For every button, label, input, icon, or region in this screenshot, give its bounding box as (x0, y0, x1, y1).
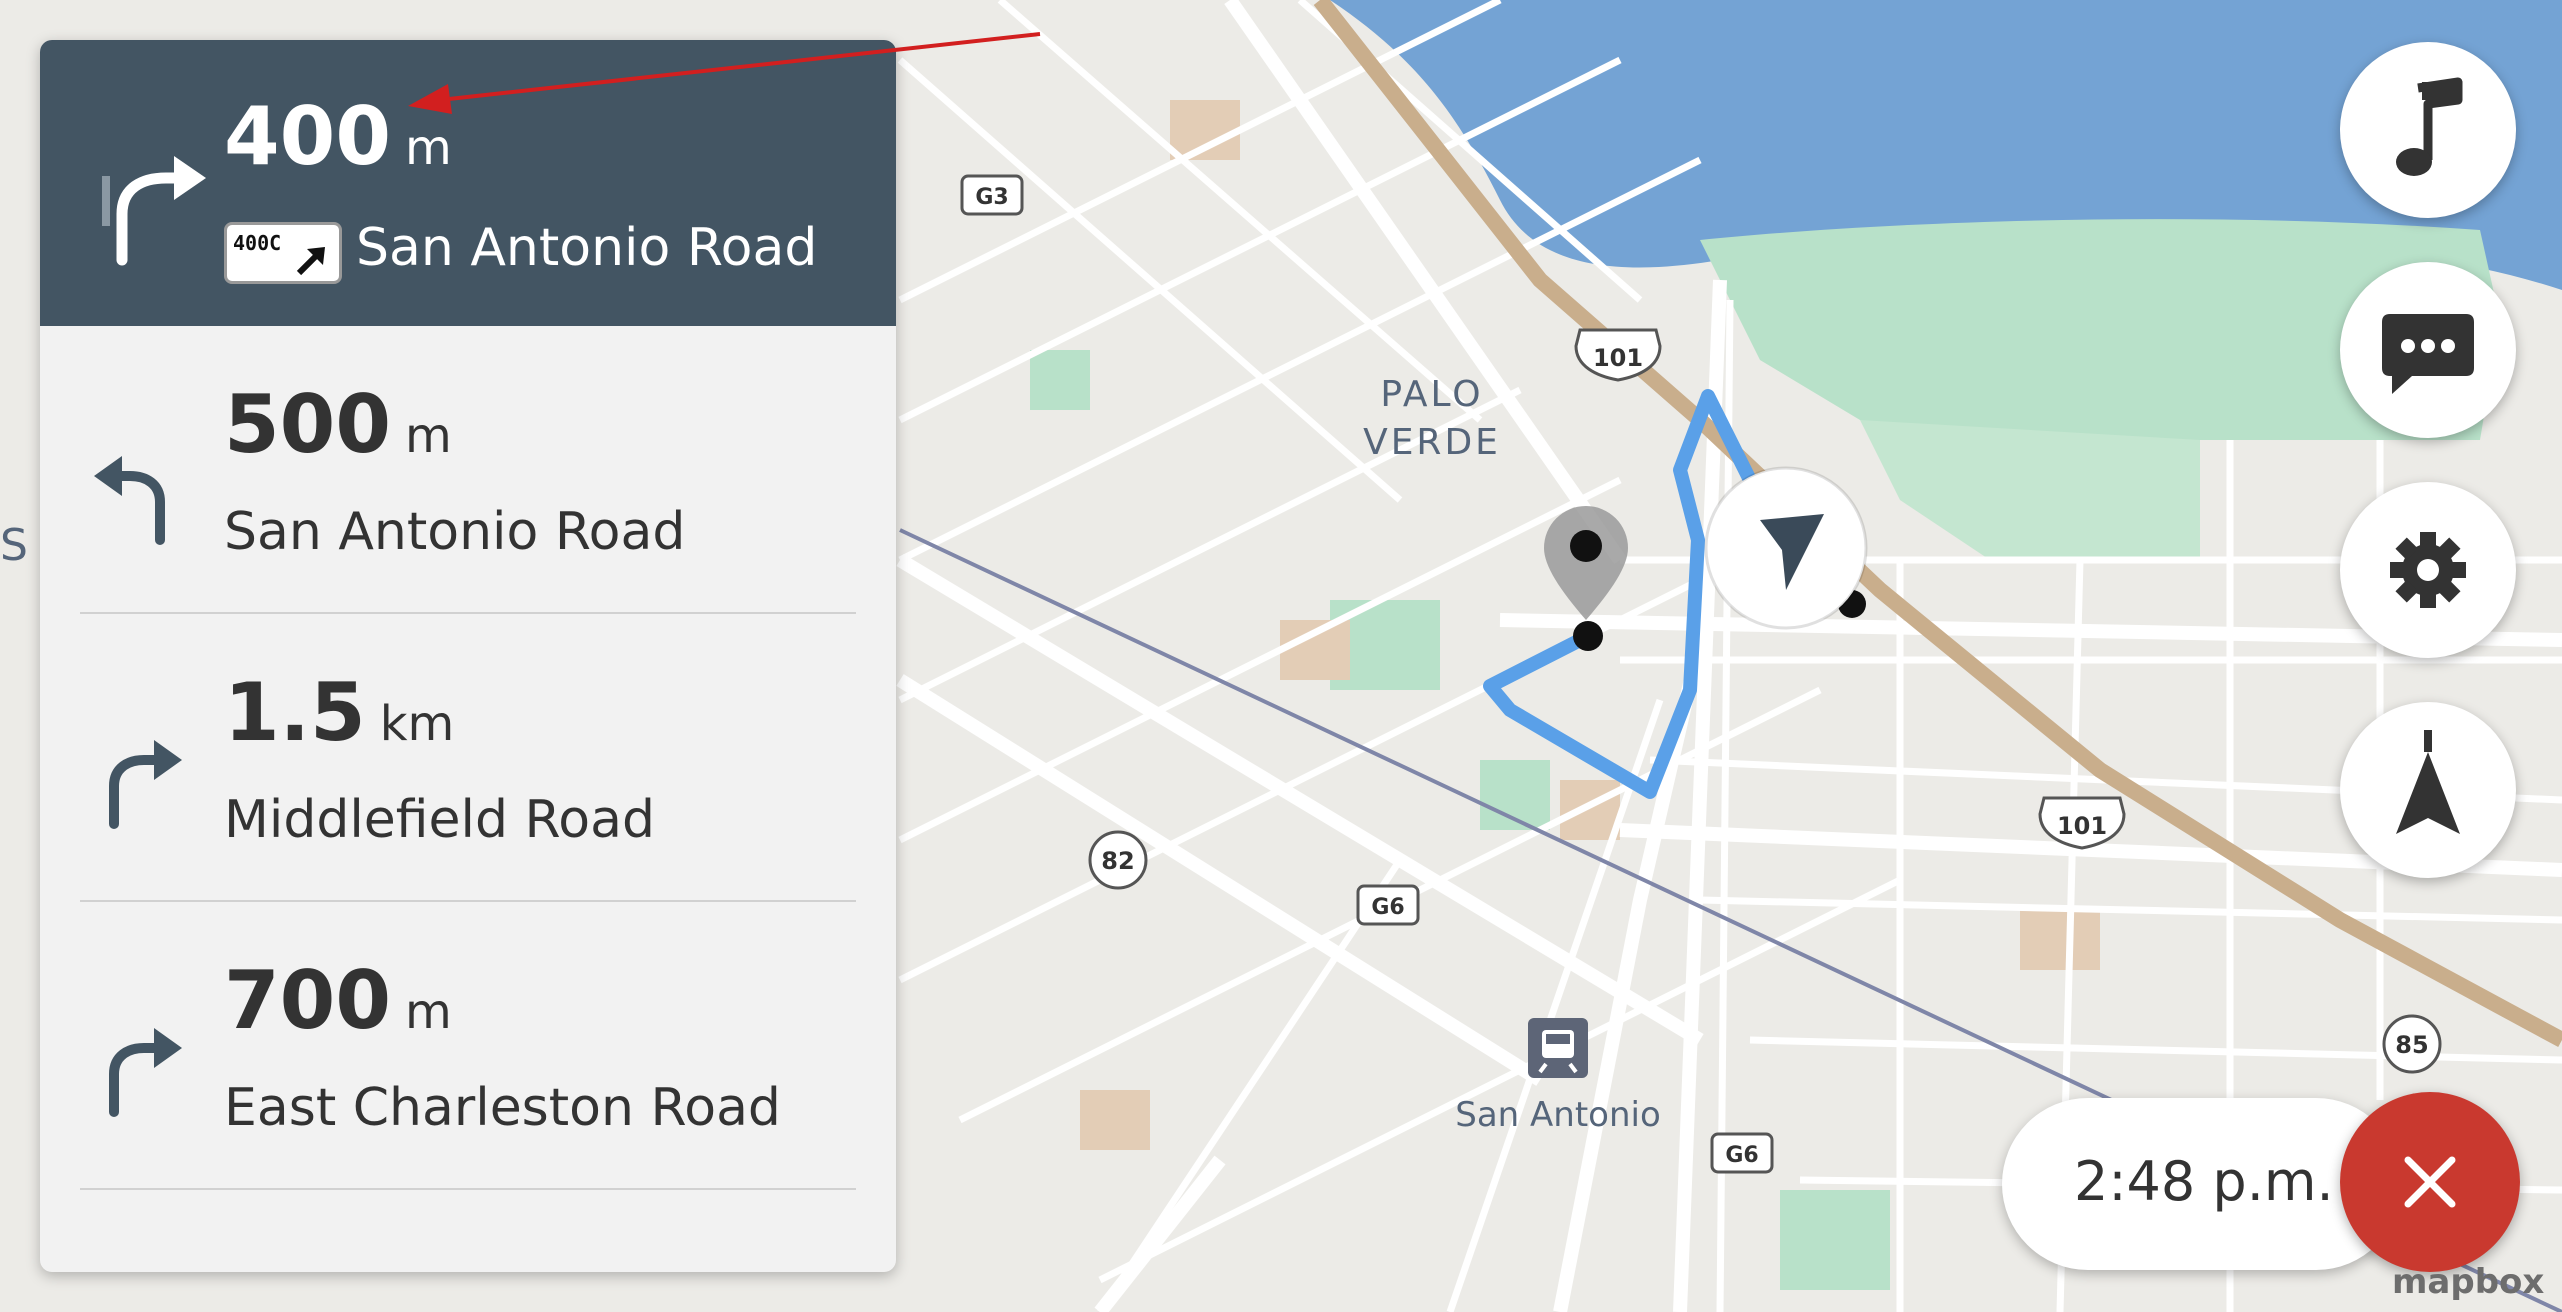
turn-right-icon (109, 740, 182, 829)
north-arrow-icon (2396, 730, 2460, 834)
step-distance: 500 m (224, 378, 452, 471)
shield-82: 82 (1088, 830, 1148, 890)
park-patch (1030, 350, 1090, 410)
cancel-navigation-button[interactable] (2340, 1092, 2520, 1272)
svg-text:85: 85 (2395, 1031, 2428, 1059)
upcoming-step-2[interactable]: 1.5 km Middlefield Road (40, 614, 896, 902)
upcoming-step-3[interactable]: 700 m East Charleston Road (40, 902, 896, 1190)
train-station-icon (1528, 1018, 1588, 1078)
maneuver-road-name: San Antonio Road (356, 218, 818, 278)
neighborhood-label: PALO (1380, 374, 1483, 415)
arrival-time: 2:48 p.m. (2074, 1150, 2334, 1213)
svg-text:82: 82 (1101, 847, 1134, 875)
svg-text:G3: G3 (975, 185, 1008, 210)
shield-g6: G6 (1356, 884, 1420, 926)
distance-unit: m (405, 984, 452, 1040)
feedback-button[interactable] (2340, 262, 2516, 438)
distance-value: 400 (224, 90, 391, 183)
turn-left-icon (94, 456, 165, 545)
mapbox-attribution[interactable]: mapbox (2392, 1262, 2544, 1302)
settings-button[interactable] (2340, 482, 2516, 658)
distance-value: 1.5 (224, 666, 366, 759)
svg-text:101: 101 (1593, 344, 1643, 372)
close-icon (2404, 1156, 2456, 1208)
step-road-name: East Charleston Road (224, 1078, 781, 1138)
land-patch (1560, 780, 1620, 840)
svg-text:101: 101 (2057, 812, 2107, 840)
shield-g6: G6 (1710, 1132, 1774, 1174)
maneuver-distance: 400 m (224, 90, 452, 183)
chat-bubble-icon (2382, 314, 2474, 394)
turn-slight-right-icon (102, 156, 206, 266)
gear-icon (2390, 532, 2466, 608)
shield-g3: G3 (960, 174, 1024, 216)
distance-unit: m (405, 120, 452, 176)
step-divider (80, 1188, 856, 1190)
turn-by-turn-panel[interactable]: 400 m 400C San Antonio Road 500 m San Anto… (40, 40, 896, 1272)
edge-label: S (0, 520, 28, 571)
distance-unit: m (405, 408, 452, 464)
exit-number: 400C (233, 231, 282, 255)
distance-value: 700 (224, 954, 391, 1047)
land-patch (2020, 910, 2100, 970)
step-distance: 700 m (224, 954, 452, 1047)
distance-value: 500 (224, 378, 391, 471)
exit-arrow-icon (296, 247, 325, 276)
step-distance: 1.5 km (224, 666, 454, 759)
recenter-button[interactable] (2340, 702, 2516, 878)
land-patch (1080, 1090, 1150, 1150)
active-maneuver-banner[interactable]: 400 m 400C San Antonio Road (40, 40, 896, 326)
svg-text:G6: G6 (1371, 895, 1404, 920)
station-label: San Antonio (1455, 1095, 1661, 1135)
step-road-name: San Antonio Road (224, 502, 686, 562)
step-road-name: Middlefield Road (224, 790, 655, 850)
user-location-puck (1704, 466, 1868, 630)
svg-text:G6: G6 (1725, 1143, 1758, 1168)
exit-badge: 400C (224, 222, 342, 284)
music-button[interactable] (2340, 42, 2516, 218)
distance-unit: km (379, 696, 455, 752)
shield-85: 85 (2382, 1014, 2442, 1074)
upcoming-step-1[interactable]: 500 m San Antonio Road (40, 326, 896, 614)
park-patch (1780, 1190, 1890, 1290)
music-note-icon (2396, 77, 2463, 176)
neighborhood-label: VERDE (1363, 422, 1501, 463)
turn-right-icon (109, 1028, 182, 1117)
